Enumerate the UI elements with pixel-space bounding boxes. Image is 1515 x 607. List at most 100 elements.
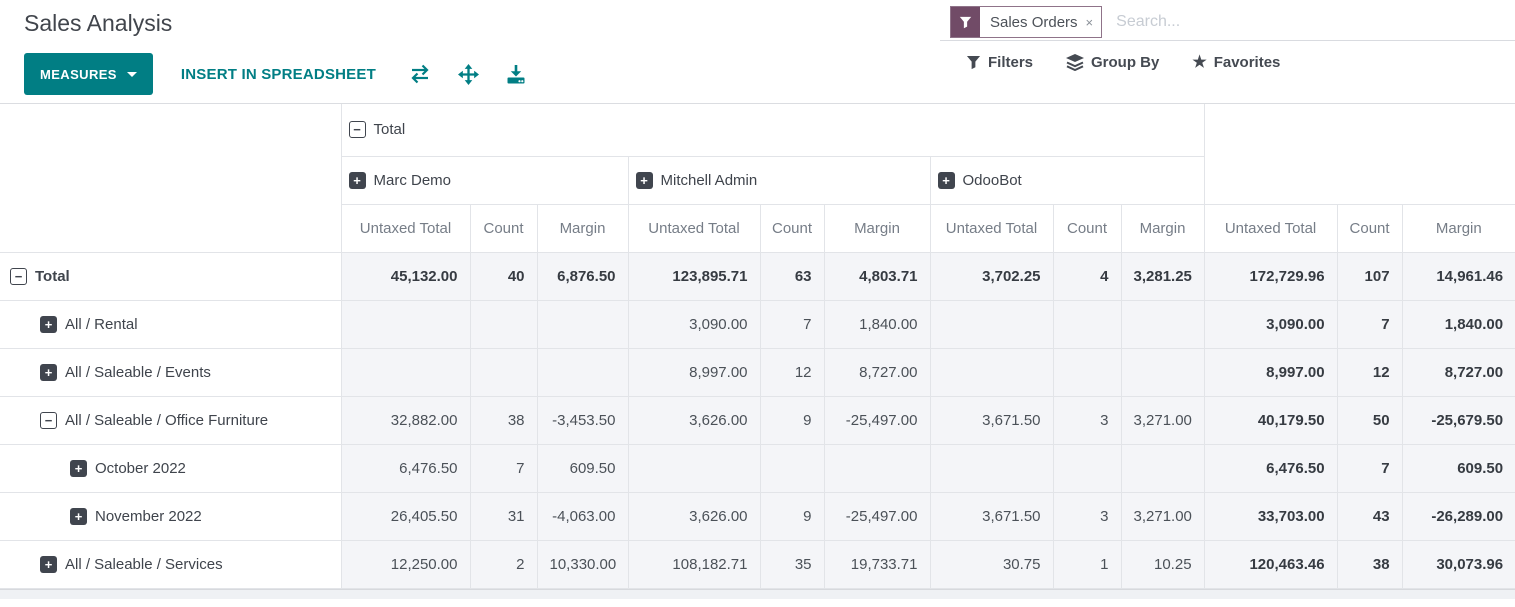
row-header-label: Total [35,268,70,285]
facet-remove-icon[interactable]: × [1084,7,1102,37]
pivot-cell: 7 [760,300,824,348]
pivot-cell [341,300,470,348]
measure-header-count[interactable]: Count [760,204,824,252]
measure-header-count[interactable]: Count [1337,204,1402,252]
pivot-cell: 9 [760,492,824,540]
collapse-minus-icon[interactable]: − [349,121,366,138]
pivot-cell [628,444,760,492]
pivot-cell: 1 [1053,540,1121,588]
pivot-cell [470,300,537,348]
pivot-cell: 6,876.50 [537,252,628,300]
collapse-minus-icon[interactable]: − [40,412,57,429]
row-header-october-2022[interactable]: +October 2022 [0,444,341,492]
pivot-cell: 19,733.71 [824,540,930,588]
expand-plus-icon[interactable]: + [70,508,87,525]
filters-label: Filters [988,54,1033,71]
collapse-minus-icon[interactable]: − [10,268,27,285]
group-header-content: +Mitchell Admin [636,172,758,189]
row-header-content: +October 2022 [70,460,186,477]
search-bar[interactable]: Sales Orders × [940,4,1515,41]
pivot-cell: -3,453.50 [537,396,628,444]
expand-all-icon[interactable] [458,64,479,85]
pivot-cell: 1,840.00 [824,300,930,348]
pivot-cell [1053,444,1121,492]
row-header-label: All / Rental [65,316,138,333]
pivot-cell: -25,497.00 [824,492,930,540]
insert-in-spreadsheet-button[interactable]: INSERT IN SPREADSHEET [181,66,376,83]
page-title: Sales Analysis [24,8,526,38]
group-by-button[interactable]: Group By [1066,54,1159,71]
expand-plus-icon[interactable]: + [349,172,366,189]
table-row: +All / Saleable / Services12,250.00210,3… [0,540,1515,588]
pivot-cell: 3,271.00 [1121,492,1204,540]
pivot-cell [930,444,1053,492]
page-background-strip [0,589,1515,599]
pivot-cell: 3,271.00 [1121,396,1204,444]
row-header-total[interactable]: −Total [0,252,341,300]
measure-header-margin[interactable]: Margin [1121,204,1204,252]
pivot-cell: 32,882.00 [341,396,470,444]
row-header-content: −All / Saleable / Office Furniture [40,412,268,429]
pivot-cell: 30,073.96 [1402,540,1515,588]
flip-axis-icon[interactable] [409,64,431,84]
download-icon[interactable] [506,65,526,84]
pivot-cell: 3,702.25 [930,252,1053,300]
measure-header-untaxed-total[interactable]: Untaxed Total [341,204,470,252]
pivot-cell: 3,090.00 [628,300,760,348]
expand-plus-icon[interactable]: + [70,460,87,477]
pivot-cell: 14,961.46 [1402,252,1515,300]
row-header-november-2022[interactable]: + November 2022 [0,492,341,540]
pivot-cell [1121,348,1204,396]
group-header-label: OdooBot [963,172,1022,189]
pivot-cell: 12,250.00 [341,540,470,588]
pivot-cell: 12 [1337,348,1402,396]
pivot-cell: 35 [760,540,824,588]
pivot-cell: -26,289.00 [1402,492,1515,540]
pivot-cell: 3 [1053,492,1121,540]
col-header-mitchell-admin[interactable]: +Mitchell Admin [628,156,930,204]
pivot-cell: 10,330.00 [537,540,628,588]
row-header-all-saleable-services[interactable]: +All / Saleable / Services [0,540,341,588]
expand-plus-icon[interactable]: + [40,316,57,333]
table-row: −All / Saleable / Office Furniture 32,882… [0,396,1515,444]
table-row: −Total45,132.00406,876.50123,895.71634,8… [0,252,1515,300]
pivot-cell: 63 [760,252,824,300]
pivot-cell [1053,348,1121,396]
measure-header-count[interactable]: Count [470,204,537,252]
expand-plus-icon[interactable]: + [938,172,955,189]
expand-plus-icon[interactable]: + [40,364,57,381]
search-input[interactable] [1114,12,1515,32]
pivot-table-container: −Total+Marc Demo+Mitchell Admin+OdooBotU… [0,103,1515,589]
favorites-button[interactable]: ★ Favorites [1192,54,1280,71]
measure-header-untaxed-total[interactable]: Untaxed Total [628,204,760,252]
measure-header-margin[interactable]: Margin [537,204,628,252]
col-header-odoobot[interactable]: + OdooBot [930,156,1204,204]
pivot-cell: 7 [470,444,537,492]
expand-plus-icon[interactable]: + [40,556,57,573]
measures-button-label: MEASURES [40,67,117,82]
pivot-cell: 4,803.71 [824,252,930,300]
measure-header-count[interactable]: Count [1053,204,1121,252]
measure-header-margin[interactable]: Margin [824,204,930,252]
row-header-content: +All / Saleable / Services [40,556,223,573]
filters-button[interactable]: Filters [966,54,1033,71]
pivot-cell [760,444,824,492]
measure-header-untaxed-total[interactable]: Untaxed Total [1204,204,1337,252]
pivot-cell: 33,703.00 [1204,492,1337,540]
measures-button[interactable]: MEASURES [24,53,153,95]
search-facet-label: Sales Orders [980,7,1084,37]
table-row: +All / Rental3,090.0071,840.003,090.0071… [0,300,1515,348]
expand-plus-icon[interactable]: + [636,172,653,189]
row-header-all-saleable-events[interactable]: +All / Saleable / Events [0,348,341,396]
row-header-label: November 2022 [95,508,202,525]
pivot-cell: 1,840.00 [1402,300,1515,348]
row-header-all-saleable-office-furniture[interactable]: −All / Saleable / Office Furniture [0,396,341,444]
measure-header-untaxed-total[interactable]: Untaxed Total [930,204,1053,252]
top-left: Sales Analysis MEASURES INSERT IN SPREAD… [0,0,526,103]
col-header-marc-demo[interactable]: +Marc Demo [341,156,628,204]
measure-header-margin[interactable]: Margin [1402,204,1515,252]
col-header-total[interactable]: −Total [341,104,1204,156]
row-header-all-rental[interactable]: + All / Rental [0,300,341,348]
pivot-cell: 9 [760,396,824,444]
top-header: Sales Analysis MEASURES INSERT IN SPREAD… [0,0,1515,103]
